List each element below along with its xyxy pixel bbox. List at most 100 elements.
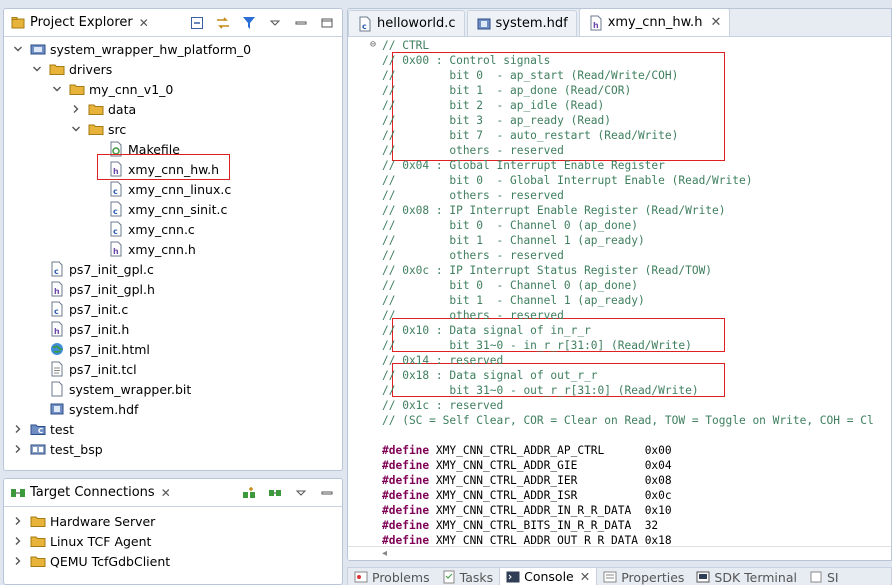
html-file-icon bbox=[49, 341, 65, 357]
properties-icon bbox=[603, 570, 617, 584]
tree-item-ps7-init-gpl-h[interactable]: h ps7_init_gpl.h bbox=[31, 279, 155, 299]
chevron-down-icon[interactable] bbox=[51, 83, 63, 95]
view-menu-icon[interactable] bbox=[292, 484, 310, 502]
svg-text:h: h bbox=[54, 327, 60, 336]
code-line: // (SC = Self Clear, COR = Clear on Read… bbox=[382, 414, 874, 427]
tree-item-system-hdf[interactable]: system.hdf bbox=[31, 399, 138, 419]
chevron-right-icon[interactable] bbox=[70, 103, 82, 115]
bottom-tab-tasks[interactable]: Tasks bbox=[436, 569, 500, 585]
c-file-icon: c bbox=[357, 16, 373, 32]
tree-item-ps7-init-tcl[interactable]: ps7_init.tcl bbox=[31, 359, 137, 379]
code-line: // 0x08 : IP Interrupt Enable Register (… bbox=[382, 204, 726, 217]
editor-tab-system-hdf[interactable]: system.hdf bbox=[466, 10, 577, 36]
tree-item-label: data bbox=[108, 101, 137, 117]
chevron-right-icon[interactable] bbox=[12, 515, 24, 527]
tree-item-data[interactable]: data bbox=[70, 99, 136, 119]
editor-tab-xmy-cnn-hw-h[interactable]: h xmy_cnn_hw.h ✕ bbox=[578, 9, 731, 36]
tree-item-xmy-cnn-linux-c[interactable]: c xmy_cnn_linux.c bbox=[90, 179, 231, 199]
minimize-icon[interactable] bbox=[318, 484, 336, 502]
code-line: // bit 1 - Channel 1 (ap_ready) bbox=[382, 294, 645, 307]
hw-platform-icon bbox=[30, 41, 46, 57]
code-line: #define XMY_CNN_CTRL_BITS_IN_R_R_DATA 32 bbox=[382, 518, 658, 533]
bottom-tab-problems[interactable]: Problems bbox=[348, 569, 436, 585]
chevron-right-icon[interactable] bbox=[12, 555, 24, 567]
tree-item-label: my_cnn_v1_0 bbox=[89, 81, 174, 97]
tree-item-src[interactable]: src bbox=[70, 119, 126, 139]
chevron-down-icon[interactable] bbox=[31, 63, 43, 75]
tree-item-drivers[interactable]: drivers bbox=[31, 59, 112, 79]
define-body: XMY_CNN_CTRL_ADDR_IN_R_R_DATA 0x10 bbox=[429, 504, 672, 517]
tree-item-ps7-init-h[interactable]: h ps7_init.h bbox=[31, 319, 129, 339]
code-line: // others - reserved bbox=[382, 189, 564, 202]
code-line: // 0x00 : Control signals bbox=[382, 54, 551, 67]
project-explorer-tab[interactable]: Project Explorer ✕ bbox=[4, 9, 155, 37]
tasks-icon bbox=[442, 570, 456, 584]
project-explorer-view: Project Explorer ✕ system_wrapper_hw_pla… bbox=[3, 8, 343, 471]
connect-icon[interactable] bbox=[266, 484, 284, 502]
chevron-down-icon[interactable] bbox=[70, 123, 82, 135]
define-body: XMY_CNN_CTRL_ADDR_GIE 0x04 bbox=[429, 459, 672, 472]
bottom-tab-properties[interactable]: Properties bbox=[597, 569, 690, 585]
tree-item-my-cnn-v1-0[interactable]: my_cnn_v1_0 bbox=[51, 79, 173, 99]
tree-item-test-bsp[interactable]: test_bsp bbox=[12, 439, 103, 459]
tree-item-ps7-init-gpl-c[interactable]: c ps7_init_gpl.c bbox=[31, 259, 154, 279]
bottom-tab-label: Properties bbox=[621, 569, 685, 585]
close-icon[interactable]: ✕ bbox=[139, 16, 149, 30]
chevron-right-icon[interactable] bbox=[12, 423, 24, 435]
scroll-left-icon[interactable]: ◂ bbox=[382, 547, 387, 560]
new-connection-icon[interactable] bbox=[240, 484, 258, 502]
code-editor[interactable]: ⊖ // CTRL // 0x00 : Control signals // bit … bbox=[348, 38, 891, 547]
preprocessor-keyword: #define bbox=[382, 444, 430, 457]
bottom-tab-console[interactable]: Console ✕ bbox=[499, 568, 598, 585]
code-line: // others - reserved bbox=[382, 309, 564, 322]
tree-item-xmy-cnn-h[interactable]: h xmy_cnn.h bbox=[90, 239, 196, 259]
bottom-tab-sdk-terminal[interactable]: SDK Terminal bbox=[690, 569, 803, 585]
tree-item-xmy-cnn-c[interactable]: c xmy_cnn.c bbox=[90, 219, 195, 239]
chevron-right-icon[interactable] bbox=[12, 443, 24, 455]
target-connections-tab[interactable]: Target Connections ✕ bbox=[4, 479, 177, 507]
tree-item-label: drivers bbox=[69, 61, 113, 77]
code-line: // bit 7 - auto_restart (Read/Write) bbox=[382, 129, 679, 142]
maximize-icon[interactable] bbox=[318, 14, 336, 32]
editor-tab-helloworld-c[interactable]: c helloworld.c bbox=[348, 10, 465, 36]
fold-toggle-icon[interactable]: ⊖ bbox=[370, 39, 376, 50]
tree-item-ps7-init-html[interactable]: ps7_init.html bbox=[31, 339, 150, 359]
close-icon[interactable]: ✕ bbox=[710, 15, 721, 30]
svg-text:c: c bbox=[113, 187, 118, 196]
code-line: #define XMY_CNN_CTRL_ADDR_AP_CTRL 0x00 bbox=[382, 443, 672, 458]
connection-hardware-server[interactable]: Hardware Server bbox=[12, 511, 155, 531]
header-file-icon: h bbox=[108, 241, 124, 257]
bottom-tab-si[interactable]: SI bbox=[803, 569, 845, 585]
chevron-right-icon[interactable] bbox=[12, 535, 24, 547]
tree-item-test[interactable]: Ctest bbox=[12, 419, 74, 439]
link-with-editor-icon[interactable] bbox=[214, 14, 232, 32]
chevron-down-icon[interactable] bbox=[12, 43, 24, 55]
tree-item-system-wrapper-bit[interactable]: system_wrapper.bit bbox=[31, 379, 191, 399]
filter-icon[interactable] bbox=[240, 14, 258, 32]
tree-item-system-wrapper-hw-platform-0[interactable]: system_wrapper_hw_platform_0 bbox=[12, 39, 251, 59]
bottom-tab-label: SI bbox=[826, 569, 839, 585]
target-connections-icon bbox=[10, 485, 26, 501]
tree-item-label: ps7_init.html bbox=[69, 341, 150, 357]
view-menu-icon[interactable] bbox=[266, 14, 284, 32]
close-icon[interactable]: ✕ bbox=[580, 569, 590, 584]
code-line: // bit 0 - Channel 0 (ap_done) bbox=[382, 279, 638, 292]
connection-linux-tcf-agent[interactable]: Linux TCF Agent bbox=[12, 531, 151, 551]
c-file-icon: c bbox=[49, 261, 65, 277]
code-line: // 0x0c : IP Interrupt Status Register (… bbox=[382, 264, 713, 277]
define-body: XMY_CNN_CTRL_BITS_IN_R_R_DATA 32 bbox=[429, 519, 659, 532]
horizontal-scrollbar[interactable]: ◂ bbox=[348, 546, 891, 560]
collapse-all-icon[interactable] bbox=[188, 14, 206, 32]
c-project-icon: C bbox=[30, 421, 46, 437]
connection-qemu-tcfgdbclient[interactable]: QEMU TcfGdbClient bbox=[12, 551, 170, 571]
tree-item-xmy-cnn-sinit-c[interactable]: c xmy_cnn_sinit.c bbox=[90, 199, 227, 219]
svg-text:c: c bbox=[113, 227, 118, 236]
svg-text:c: c bbox=[54, 307, 59, 316]
minimize-icon[interactable] bbox=[292, 14, 310, 32]
c-file-icon: c bbox=[108, 221, 124, 237]
tree-item-ps7-init-c[interactable]: c ps7_init.c bbox=[31, 299, 128, 319]
define-body: XMY_CNN_CTRL_ADDR_IER 0x08 bbox=[429, 474, 672, 487]
code-line: // 0x1c : reserved bbox=[382, 399, 504, 412]
folder-icon bbox=[69, 81, 85, 97]
close-icon[interactable]: ✕ bbox=[161, 486, 171, 500]
